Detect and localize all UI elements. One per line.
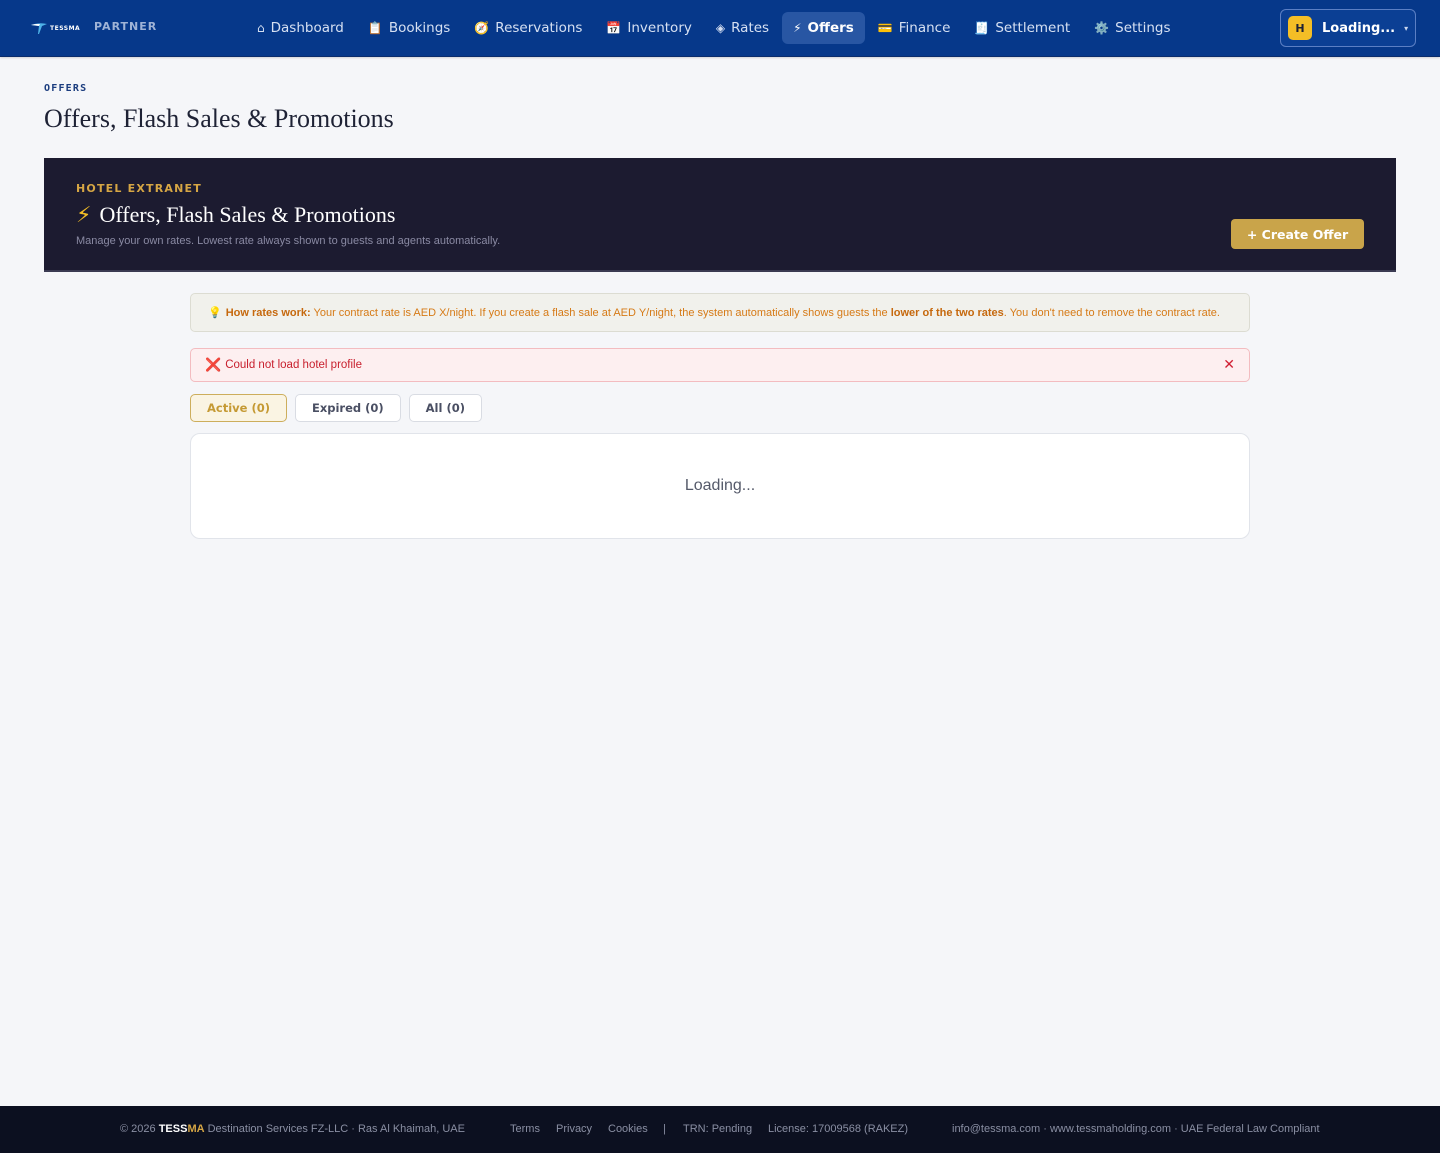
footer-company: Destination Services FZ-LLC · Ras Al Kha… [204,1123,465,1135]
offer-filter-tabs: Active (0) Expired (0) All (0) [190,394,490,422]
tab-expired[interactable]: Expired (0) [294,394,401,422]
nav-item-label: Settings [1115,20,1171,36]
footer-copyright: © 2026 TESSMA Destination Services FZ-LL… [120,1123,465,1135]
breadcrumb: OFFERS [44,83,88,94]
diamond-icon: ◈ [715,21,726,35]
loading-indicator: Loading... [684,477,756,494]
error-message: Could not load hotel profile [225,359,363,371]
footer-contact: info@tessma.com · www.tessmaholding.com … [952,1123,1320,1135]
lightning-icon: ⚡ [76,202,92,228]
nav-item-rates[interactable]: ◈ Rates [705,12,780,44]
error-icon: ❌ [205,357,222,373]
hero-title-text: Offers, Flash Sales & Promotions [99,202,396,227]
receipt-icon: 🧾 [974,21,990,35]
footer-link-cookies[interactable]: Cookies [608,1123,648,1135]
tessma-logo-icon [30,20,48,34]
hero-subtitle: Manage your own rates. Lowest rate alway… [76,235,501,247]
close-icon[interactable]: ✕ [1223,357,1235,373]
clipboard-icon: 📋 [367,21,383,35]
hero-banner: HOTEL EXTRANET ⚡ Offers, Flash Sales & P… [44,158,1396,272]
chevron-down-icon: ▾ [1404,23,1409,33]
nav-item-finance[interactable]: 💳 Finance [867,12,962,44]
lightning-icon: ⚡ [793,21,802,35]
nav-item-offers[interactable]: ⚡ Offers [782,12,865,44]
nav-item-label: Offers [807,20,854,36]
user-menu-button[interactable]: H Loading... ▾ [1280,9,1416,47]
error-alert: ❌ Could not load hotel profile ✕ [190,348,1250,382]
credit-card-icon: 💳 [877,21,893,35]
footer-separator: | [663,1123,666,1135]
gear-icon: ⚙️ [1094,21,1110,35]
nav-item-dashboard[interactable]: ⌂ Dashboard [246,12,355,44]
info-lead: How rates work: [225,306,311,319]
nav-item-inventory[interactable]: 📅 Inventory [595,12,702,44]
footer-link-privacy[interactable]: Privacy [556,1123,592,1135]
tab-all[interactable]: All (0) [408,394,482,422]
brand-logo[interactable]: TESSMA [30,20,80,34]
page-title: Offers, Flash Sales & Promotions [44,104,394,133]
tab-active[interactable]: Active (0) [190,394,287,422]
lightbulb-icon: 💡 [208,307,222,319]
nav-item-bookings[interactable]: 📋 Bookings [357,12,461,44]
top-navigation-bar: TESSMA PARTNER ⌂ Dashboard 📋 Bookings 🧭 Reser… [0,0,1440,57]
footer: © 2026 TESSMA Destination Services FZ-LL… [0,1106,1440,1153]
home-icon: ⌂ [257,21,265,35]
user-name: Loading... [1322,20,1396,36]
info-text-2: . You don't need to remove the contract … [1003,306,1220,319]
info-text-1: Your contract rate is AED X/night. If yo… [310,306,891,319]
nav-item-settings[interactable]: ⚙️ Settings [1083,12,1181,44]
hero-kicker: HOTEL EXTRANET [76,182,202,195]
nav-item-label: Dashboard [270,20,344,36]
compass-icon: 🧭 [474,21,490,35]
footer-brand-b: MA [187,1123,205,1135]
main-nav: ⌂ Dashboard 📋 Bookings 🧭 Reservations 📅 Invento… [246,12,1184,44]
footer-link-terms[interactable]: Terms [510,1123,540,1135]
info-emphasis: lower of the two rates [890,306,1004,319]
nav-item-settlement[interactable]: 🧾 Settlement [963,12,1081,44]
hero-title: ⚡ Offers, Flash Sales & Promotions [76,202,395,228]
offers-list-panel: Loading... [190,433,1250,539]
nav-item-label: Bookings [388,20,451,36]
nav-item-label: Settlement [995,20,1071,36]
partner-label: PARTNER [94,20,158,33]
footer-brand-a: TESS [158,1123,188,1135]
nav-item-reservations[interactable]: 🧭 Reservations [463,12,593,44]
copyright-prefix: © 2026 [120,1123,159,1135]
footer-license: License: 17009568 (RAKEZ) [768,1123,909,1135]
nav-item-label: Finance [898,20,951,36]
footer-trn: TRN: Pending [683,1123,753,1135]
calendar-icon: 📅 [606,21,622,35]
create-offer-button[interactable]: + Create Offer [1231,219,1364,249]
rates-info-notice: 💡 How rates work: Your contract rate is … [190,293,1250,332]
nav-item-label: Inventory [627,20,692,36]
nav-item-label: Rates [731,20,770,36]
logo-text: TESSMA [50,24,81,32]
avatar: H [1288,16,1312,40]
nav-item-label: Reservations [495,20,583,36]
